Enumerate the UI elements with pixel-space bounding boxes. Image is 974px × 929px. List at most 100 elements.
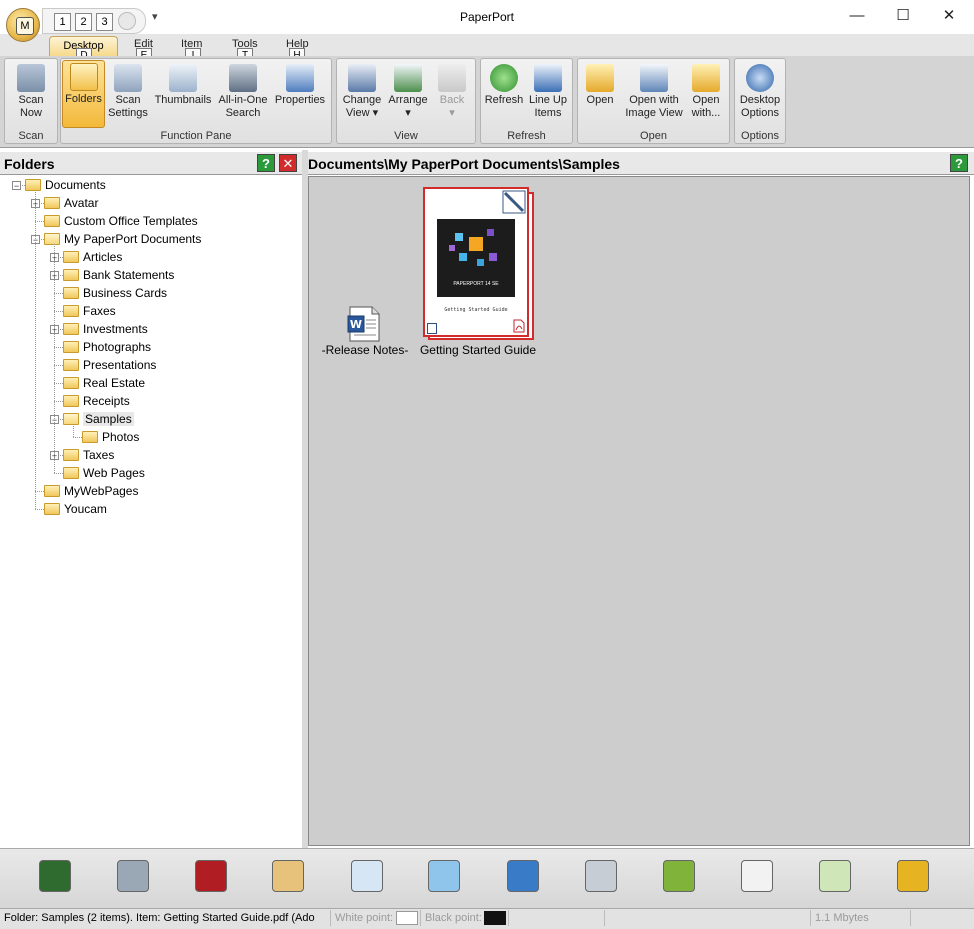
folder-tree-item[interactable]: Investments: [63, 320, 148, 338]
file-size-cell: 1.1 Mbytes: [810, 910, 910, 926]
scan-now-button[interactable]: Scan Now: [6, 62, 56, 128]
folders-close-button[interactable]: ✕: [279, 154, 297, 172]
black-point-swatch: [484, 911, 506, 925]
collapse-icon[interactable]: −: [12, 181, 21, 191]
paint-icon[interactable]: [272, 860, 304, 892]
refresh-icon: [490, 64, 518, 92]
people-icon[interactable]: [741, 860, 773, 892]
folder-tree-item[interactable]: Youcam: [44, 500, 107, 518]
scanner-icon: [17, 64, 45, 92]
folder-tree-item[interactable]: Avatar: [44, 194, 98, 212]
scan-now-label-2: Now: [19, 107, 42, 119]
tree-connector: [54, 383, 63, 384]
open-button[interactable]: Open: [580, 62, 620, 128]
arrange-icon: [394, 64, 422, 92]
release-notes-thumbnail[interactable]: W: [346, 306, 382, 342]
scan-settings-icon: [114, 64, 142, 92]
folder-tree-label: Bank Statements: [83, 268, 175, 282]
group-refresh-label: Refresh: [507, 130, 546, 142]
binoculars-icon: [229, 64, 257, 92]
tree-connector: [54, 473, 63, 474]
maximize-button[interactable]: ☐: [880, 6, 926, 28]
current-folder-path: Documents\My PaperPort Documents\Samples: [308, 156, 620, 172]
folder-tree-item[interactable]: Real Estate: [63, 374, 145, 392]
acrobat-icon[interactable]: [195, 860, 227, 892]
fax-icon[interactable]: [585, 860, 617, 892]
open-with-button[interactable]: Open with...: [686, 62, 726, 128]
document-area[interactable]: [308, 176, 970, 846]
folder-icon: [63, 340, 79, 353]
status-cell-empty-1: [508, 910, 604, 926]
back-arrow-icon: [438, 64, 466, 92]
thumbnails-button[interactable]: Thumbnails: [152, 62, 214, 128]
folder-tree-label: Presentations: [83, 358, 157, 372]
change-view-label-1: Change: [342, 94, 382, 106]
folder-tree-item[interactable]: Business Cards: [63, 284, 167, 302]
recycle-icon[interactable]: [819, 860, 851, 892]
change-view-button[interactable]: Change View ▾: [340, 62, 384, 128]
tree-connector: [35, 221, 44, 222]
folder-icon: [44, 214, 60, 227]
folders-help-button[interactable]: ?: [257, 154, 275, 172]
desktop-options-button[interactable]: Desktop Options: [736, 62, 784, 128]
folder-tree-label: My PaperPort Documents: [64, 232, 202, 246]
folder-icon: [63, 322, 79, 335]
folder-tree-item[interactable]: Articles: [63, 248, 122, 266]
folder-tree-item[interactable]: Bank Statements: [63, 266, 174, 284]
word-document-icon: W: [347, 306, 380, 342]
notepad-icon[interactable]: [428, 860, 460, 892]
folder-tree-item[interactable]: Presentations: [63, 356, 156, 374]
folder-tree-item[interactable]: Web Pages: [63, 464, 145, 482]
folder-tree-item[interactable]: Faxes: [63, 302, 116, 320]
all-in-one-search-button[interactable]: All-in-One Search: [215, 62, 271, 128]
folder-tree-item[interactable]: Photographs: [63, 338, 151, 356]
folder-tree-item[interactable]: Taxes: [63, 446, 114, 464]
folder-tree-item[interactable]: Custom Office Templates: [44, 212, 198, 230]
open-image-view-button[interactable]: Open with Image View: [622, 62, 686, 128]
minimize-button[interactable]: —: [834, 6, 880, 28]
folder-tree-label: Avatar: [64, 196, 99, 210]
folder-tree-item[interactable]: My PaperPort Documents: [44, 230, 201, 248]
getting-started-thumbnail[interactable]: PAPERPORT 14 SE Getting Started Guide: [423, 187, 529, 337]
properties-label: Properties: [274, 94, 326, 106]
close-button[interactable]: ✕: [926, 6, 972, 28]
properties-button[interactable]: Properties: [272, 62, 328, 128]
desktop-options-label-2: Options: [741, 107, 779, 119]
folder-icon: [63, 286, 79, 299]
folders-label: Folders: [65, 93, 102, 105]
scanner-icon[interactable]: [897, 860, 929, 892]
application-menu-button[interactable]: M: [6, 8, 40, 42]
content-help-button[interactable]: ?: [950, 154, 968, 172]
getting-started-label[interactable]: Getting Started Guide: [414, 343, 542, 357]
folder-tree-label: Samples: [83, 412, 134, 426]
arrange-label-2: ▾: [405, 107, 411, 119]
black-point-label: Black point:: [425, 912, 482, 924]
desktop-options-label-1: Desktop: [739, 94, 781, 106]
release-notes-label[interactable]: -Release Notes-: [316, 343, 414, 357]
folder-icon: [44, 502, 60, 515]
line-up-items-button[interactable]: Line Up Items: [526, 62, 570, 128]
properties-info-icon: [286, 64, 314, 92]
folder-tree-item[interactable]: Documents: [25, 176, 106, 194]
evernote-icon[interactable]: [39, 860, 71, 892]
arrange-button[interactable]: Arrange ▾: [386, 62, 430, 128]
folder-tree-item[interactable]: Photos: [82, 428, 139, 446]
tree-connector: [35, 491, 44, 492]
scan-now-label-1: Scan: [18, 94, 44, 106]
ftp-icon[interactable]: [507, 860, 539, 892]
scan-settings-label-2: Settings: [108, 107, 148, 119]
open-with-icon: [692, 64, 720, 92]
back-button[interactable]: Back ▾: [432, 62, 472, 128]
folder-tree-item[interactable]: Receipts: [63, 392, 130, 410]
folder-tree-label: Business Cards: [83, 286, 168, 300]
folders-button[interactable]: Folders: [62, 60, 105, 128]
printer-send-icon[interactable]: [117, 860, 149, 892]
text-editor-icon[interactable]: [351, 860, 383, 892]
open-label: Open: [586, 94, 614, 106]
folder-tree-item[interactable]: MyWebPages: [44, 482, 138, 500]
refresh-button[interactable]: Refresh: [482, 62, 526, 128]
app-hex-icon[interactable]: [663, 860, 695, 892]
refresh-label: Refresh: [484, 94, 524, 106]
scan-settings-button[interactable]: Scan Settings: [106, 62, 150, 128]
folder-tree-label: Taxes: [83, 448, 115, 462]
